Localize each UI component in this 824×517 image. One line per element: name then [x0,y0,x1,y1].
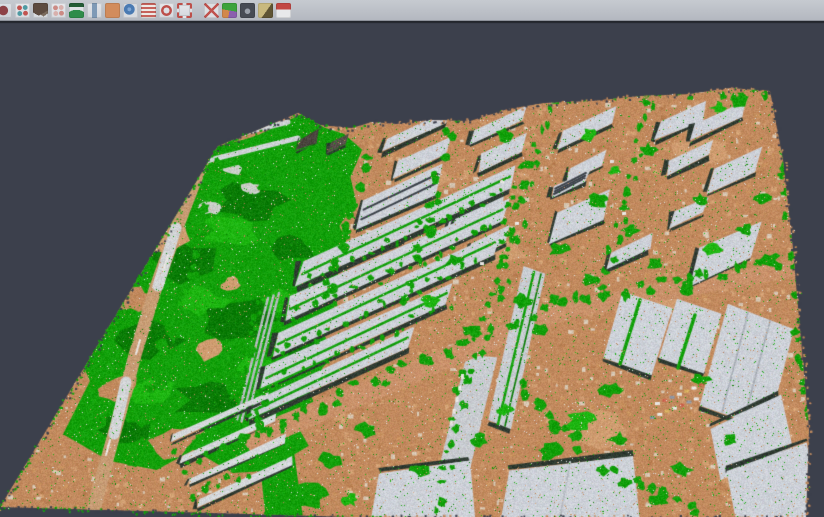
toolbar-profile-view-icon[interactable] [87,3,102,18]
toolbar-elevation-hill-icon[interactable] [69,3,84,18]
toolbar-circle-selection-icon[interactable] [159,3,174,18]
toolbar-snapshot-camera-icon[interactable] [240,3,255,18]
toolbar-classification-view-icon[interactable] [222,3,237,18]
toolbar-open-data-icon[interactable] [0,3,12,18]
viewport-3d-pointcloud[interactable] [0,21,824,517]
toolbar-orthoimage-icon[interactable] [105,3,120,18]
toolbar-clip-region-icon[interactable] [204,3,219,18]
toolbar-layer-stack-icon[interactable] [141,3,156,18]
toolbar-fence-selection-icon[interactable] [177,3,192,18]
app-window: { "toolbar": { "background": "#b9bdc4", … [0,0,824,517]
toolbar-globe-3d-icon[interactable] [123,3,138,18]
toolbar-measure-tool-icon[interactable] [258,3,273,18]
toolbar [0,0,824,21]
toolbar-classify-points-icon[interactable] [15,3,30,18]
toolbar-flag-marker-icon[interactable] [276,3,291,18]
toolbar-terrain-model-icon[interactable] [33,3,48,18]
toolbar-point-density-icon[interactable] [51,3,66,18]
